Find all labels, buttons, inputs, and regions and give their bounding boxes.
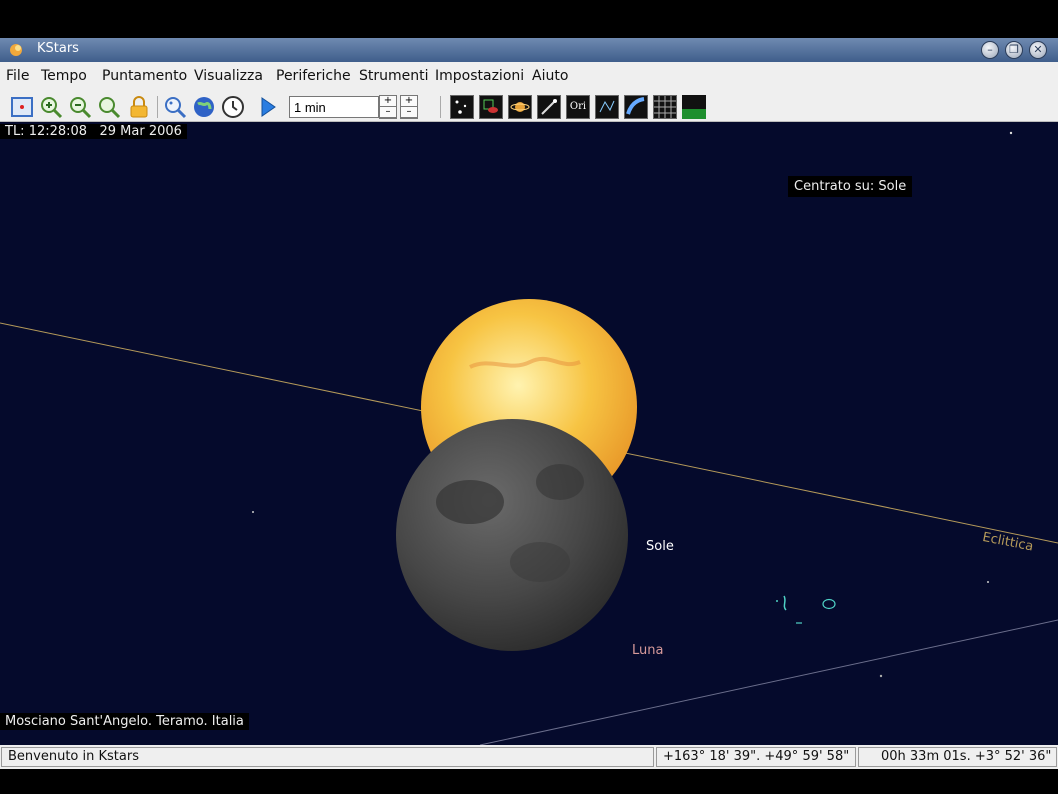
menu-visualizza[interactable]: Visualizza — [194, 68, 263, 84]
star[interactable] — [987, 581, 989, 583]
star[interactable] — [776, 600, 778, 602]
moon-label: Luna — [632, 643, 664, 658]
moon-mare — [436, 480, 504, 524]
menu-periferiche[interactable]: Periferiche — [276, 68, 351, 84]
grid-icon[interactable] — [653, 95, 677, 119]
time-unit-spinner[interactable]: + – — [400, 95, 418, 119]
minimize-button[interactable]: – — [981, 41, 999, 59]
galaxy-marker[interactable] — [783, 595, 787, 611]
star[interactable] — [252, 511, 254, 513]
status-bar: Benvenuto in Kstars +163° 18' 39". +49° … — [0, 745, 1058, 769]
toolbar-separator — [440, 96, 441, 118]
zoom-in-icon[interactable] — [39, 95, 63, 119]
horizon-line — [479, 619, 1058, 745]
menu-aiuto[interactable]: Aiuto — [532, 68, 568, 84]
globe-icon[interactable] — [192, 95, 216, 119]
sky-canvas — [0, 131, 1058, 745]
ground-icon[interactable] — [682, 95, 706, 119]
zoom-default-icon[interactable] — [97, 95, 121, 119]
lock-icon[interactable] — [127, 95, 151, 119]
find-icon[interactable] — [163, 95, 187, 119]
status-message: Benvenuto in Kstars — [1, 747, 654, 767]
constellation-lines-icon[interactable] — [595, 95, 619, 119]
restore-button[interactable]: ❐ — [1005, 41, 1023, 59]
location-label: Mosciano Sant'Angelo. Teramo. Italia — [0, 713, 249, 730]
play-icon[interactable] — [256, 95, 280, 119]
centered-on-label: Centrato su: Sole — [788, 176, 913, 197]
title-bar: KStars – ❐ ✕ — [0, 38, 1058, 62]
moon-disk[interactable] — [396, 419, 628, 651]
milky-way-icon[interactable] — [624, 95, 648, 119]
zoom-out-icon[interactable] — [68, 95, 92, 119]
sky-map[interactable]: TL: 12:28:08 29 Mar 2006 Centrato su: So… — [0, 122, 1058, 745]
time-step-input[interactable] — [289, 96, 379, 118]
az-alt-readout: +163° 18' 39". +49° 59' 58" — [656, 747, 856, 767]
menu-tempo[interactable]: Tempo — [41, 68, 87, 84]
sun-label: Sole — [646, 539, 674, 554]
menu-strumenti[interactable]: Strumenti — [359, 68, 429, 84]
clock-icon[interactable] — [221, 95, 245, 119]
close-button[interactable]: ✕ — [1029, 41, 1047, 59]
planets-icon[interactable] — [508, 95, 532, 119]
menu-file[interactable]: File — [6, 68, 29, 84]
comets-icon[interactable] — [537, 95, 561, 119]
stars-icon[interactable] — [450, 95, 474, 119]
moon-mare — [510, 542, 570, 582]
menu-bar: File Tempo Puntamento Visualizza Perifer… — [0, 62, 1058, 91]
toolbar: +– +– Ori — [0, 91, 1058, 122]
window-title: KStars — [37, 41, 79, 56]
center-icon[interactable] — [10, 95, 34, 119]
star[interactable] — [879, 674, 883, 678]
menu-impostazioni[interactable]: Impostazioni — [435, 68, 524, 84]
toolbar-separator — [157, 96, 158, 118]
menu-puntamento[interactable]: Puntamento — [102, 68, 187, 84]
moon-mare — [536, 464, 584, 500]
ori-label: Ori — [569, 101, 587, 112]
nebula-marker[interactable] — [822, 598, 836, 610]
ra-dec-readout: 00h 33m 01s. +3° 52' 36" — [858, 747, 1057, 767]
time-step-spinner[interactable]: + – — [379, 95, 397, 119]
star[interactable] — [1009, 131, 1013, 135]
deep-sky-icon[interactable] — [479, 95, 503, 119]
kstars-app-icon — [10, 44, 22, 56]
local-time-label: TL: 12:28:08 29 Mar 2006 — [0, 124, 187, 139]
constellation-names-icon[interactable]: Ori — [566, 95, 590, 119]
